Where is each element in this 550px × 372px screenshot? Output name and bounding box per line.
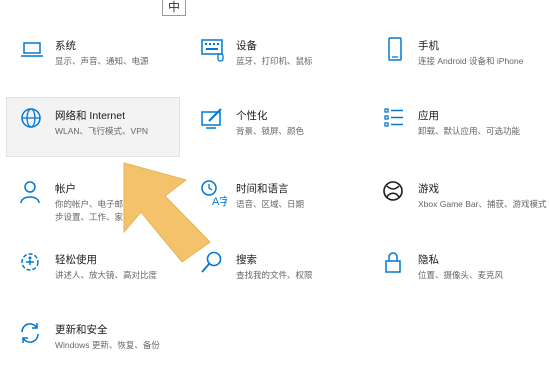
tile-phone[interactable]: 手机 连接 Android 设备和 iPhone — [381, 36, 546, 88]
phone-icon — [381, 36, 409, 64]
tile-description: 讲述人、放大镜、高对比度 — [55, 270, 158, 280]
tile-description: 位置、摄像头、麦克风 — [418, 270, 504, 280]
tile-title: 搜索 — [236, 254, 257, 266]
tile-title: 帐户 — [55, 183, 76, 195]
tile-description: 连接 Android 设备和 iPhone — [418, 56, 524, 66]
tile-title: 网络和 Internet — [55, 110, 126, 122]
tile-title: 个性化 — [236, 110, 268, 122]
keyboard-icon — [199, 36, 227, 64]
tile-description: 你的帐户、电子邮件、同步设置、工作、家庭 — [55, 199, 149, 222]
tile-time-language[interactable]: A字 时间和语言 语音、区域、日期 — [199, 179, 364, 231]
tile-privacy[interactable]: 隐私 位置、摄像头、麦克风 — [381, 250, 546, 302]
tile-description: 背景、锁屏、颜色 — [236, 126, 305, 136]
search-icon — [199, 250, 227, 278]
tile-devices[interactable]: 设备 蓝牙、打印机、鼠标 — [199, 36, 364, 88]
apps-list-icon — [381, 106, 409, 134]
globe-icon — [18, 106, 46, 134]
time-language-icon: A字 — [199, 179, 230, 208]
laptop-icon — [18, 36, 46, 64]
tile-title: 设备 — [236, 40, 257, 52]
tile-title: 手机 — [418, 40, 439, 52]
person-icon — [18, 179, 46, 207]
tile-title: 更新和安全 — [55, 324, 108, 336]
xbox-icon — [381, 179, 409, 207]
tile-title: 游戏 — [418, 183, 439, 195]
tile-ease-of-access[interactable]: 轻松使用 讲述人、放大镜、高对比度 — [18, 250, 183, 302]
tile-accounts[interactable]: 帐户 你的帐户、电子邮件、同步设置、工作、家庭 — [18, 179, 183, 231]
tile-title: 系统 — [55, 40, 76, 52]
svg-text:A字: A字 — [212, 194, 227, 207]
tile-search[interactable]: 搜索 查找我的文件、权限 — [199, 250, 364, 302]
ease-of-access-icon — [18, 250, 46, 278]
tile-apps[interactable]: 应用 卸载、默认应用、可选功能 — [381, 106, 546, 158]
tile-network-internet[interactable]: 网络和 Internet WLAN、飞行模式、VPN — [18, 106, 183, 158]
sync-icon — [18, 320, 46, 348]
tile-description: 显示、声音、通知、电源 — [55, 56, 149, 66]
tile-description: WLAN、飞行模式、VPN — [55, 126, 149, 136]
tile-title: 轻松使用 — [55, 254, 97, 266]
tile-description: Xbox Game Bar、捕获、游戏模式 — [418, 199, 547, 209]
tile-title: 应用 — [418, 110, 439, 122]
tile-gaming[interactable]: 游戏 Xbox Game Bar、捕获、游戏模式 — [381, 179, 546, 231]
tile-description: Windows 更新、恢复、备份 — [55, 340, 160, 350]
tile-update-security[interactable]: 更新和安全 Windows 更新、恢复、备份 — [18, 320, 183, 372]
tile-description: 查找我的文件、权限 — [236, 270, 313, 280]
tile-description: 卸载、默认应用、可选功能 — [418, 126, 521, 136]
tile-title: 隐私 — [418, 254, 439, 266]
tile-description: 语音、区域、日期 — [236, 199, 305, 209]
tile-description: 蓝牙、打印机、鼠标 — [236, 56, 313, 66]
input-method-indicator: 中 — [162, 0, 186, 16]
tile-title: 时间和语言 — [236, 183, 289, 195]
paintbrush-monitor-icon — [199, 106, 227, 134]
lock-icon — [381, 250, 409, 278]
tile-personalization[interactable]: 个性化 背景、锁屏、颜色 — [199, 106, 364, 158]
tile-system[interactable]: 系统 显示、声音、通知、电源 — [18, 36, 183, 88]
